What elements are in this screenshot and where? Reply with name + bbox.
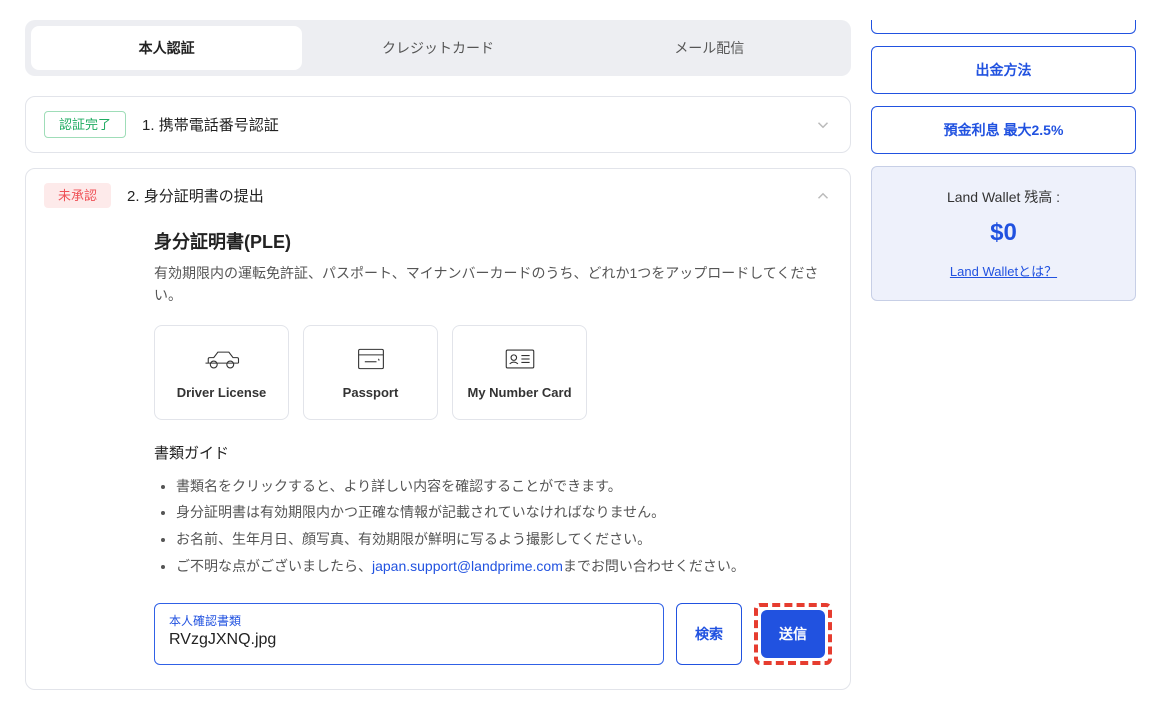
passport-icon (349, 344, 393, 377)
doc-card-label: Passport (343, 385, 399, 401)
file-field-label: 本人確認書類 (169, 612, 649, 629)
wallet-info-link[interactable]: Land Walletとは？ (950, 264, 1057, 279)
step-body: 身分証明書(PLE) 有効期限内の運転免許証、パスポート、マイナンバーカードのう… (26, 222, 850, 689)
guide-heading: 書類ガイド (154, 442, 832, 463)
file-field[interactable]: 本人確認書類 RVzgJXNQ.jpg (154, 603, 664, 665)
interest-button[interactable]: 預金利息 最大2.5% (871, 106, 1136, 154)
guide-list: 書類名をクリックすると、より詳しい内容を確認することができます。 身分証明書は有… (154, 473, 832, 579)
support-email-link[interactable]: japan.support@landprime.com (372, 558, 563, 574)
guide-item: ご不明な点がございましたら、japan.support@landprime.co… (176, 553, 832, 580)
chevron-down-icon (814, 116, 832, 134)
search-button[interactable]: 検索 (676, 603, 742, 665)
tabs: 本人認証 クレジットカード メール配信 (25, 20, 851, 76)
step-title: 1. 携帯電話番号認証 (142, 114, 798, 135)
guide-text: ご不明な点がございましたら、 (176, 558, 372, 574)
step-identity-header[interactable]: 未承認 2. 身分証明書の提出 (26, 169, 850, 222)
doc-card-label: My Number Card (467, 385, 571, 401)
send-button[interactable]: 送信 (761, 610, 825, 658)
guide-text: までお問い合わせください。 (563, 558, 745, 574)
car-icon (200, 344, 244, 377)
status-badge: 未承認 (44, 183, 111, 208)
doc-card-mynumber[interactable]: My Number Card (452, 325, 587, 420)
wallet-title: Land Wallet 残高 : (884, 187, 1123, 207)
id-card-icon (498, 344, 542, 377)
status-badge: 認証完了 (44, 111, 126, 138)
doc-card-passport[interactable]: Passport (303, 325, 438, 420)
sidebar-partial-box (871, 20, 1136, 34)
wallet-box: Land Wallet 残高 : $0 Land Walletとは？ (871, 166, 1136, 301)
step-phone: 認証完了 1. 携帯電話番号認証 (25, 96, 851, 153)
document-cards: Driver License Passport (154, 325, 832, 420)
file-row: 本人確認書類 RVzgJXNQ.jpg 検索 送信 (154, 603, 832, 665)
tab-mail[interactable]: メール配信 (574, 26, 845, 70)
guide-item: 書類名をクリックすると、より詳しい内容を確認することができます。 (176, 473, 832, 500)
tab-identity[interactable]: 本人認証 (31, 26, 302, 70)
section-description: 有効期限内の運転免許証、パスポート、マイナンバーカードのうち、どれか1つをアップ… (154, 262, 832, 307)
doc-card-label: Driver License (177, 385, 267, 401)
guide-item: お名前、生年月日、顔写真、有効期限が鮮明に写るよう撮影してください。 (176, 526, 832, 553)
send-highlight: 送信 (754, 603, 832, 665)
chevron-up-icon (814, 187, 832, 205)
wallet-amount: $0 (884, 219, 1123, 247)
file-name: RVzgJXNQ.jpg (169, 631, 649, 649)
step-phone-header[interactable]: 認証完了 1. 携帯電話番号認証 (26, 97, 850, 152)
guide-item: 身分証明書は有効期限内かつ正確な情報が記載されていなければなりません。 (176, 499, 832, 526)
tab-credit[interactable]: クレジットカード (302, 26, 573, 70)
step-identity: 未承認 2. 身分証明書の提出 身分証明書(PLE) 有効期限内の運転免許証、パ… (25, 168, 851, 690)
step-title: 2. 身分証明書の提出 (127, 185, 798, 206)
section-heading: 身分証明書(PLE) (154, 228, 832, 254)
withdraw-button[interactable]: 出金方法 (871, 46, 1136, 94)
doc-card-driver[interactable]: Driver License (154, 325, 289, 420)
